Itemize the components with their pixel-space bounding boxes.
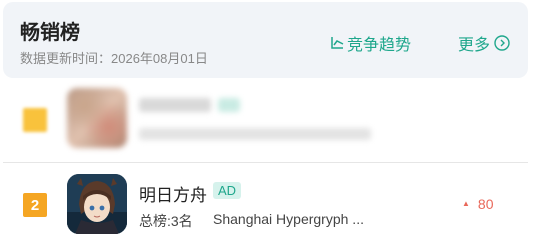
page-title: 畅销榜 [20,22,80,44]
list-item[interactable] [0,84,528,162]
triangle-up-icon: ▲ [462,198,470,208]
app-icon [67,88,127,148]
competition-trend-label: 竞争趋势 [347,37,412,54]
more-button[interactable]: 更多 [458,32,510,54]
rank-badge [23,108,47,132]
overall-rank: 总榜:3名 [139,213,193,229]
rank-change: ▲ 80 [462,196,494,212]
competition-trend-button[interactable]: 竞争趋势 [330,32,411,54]
rank-change-value: 80 [477,196,494,212]
ad-badge: AD [213,182,242,199]
obscured-subtitle [139,128,371,140]
developer-name: Shanghai Hypergryph ... [213,211,364,227]
obscured-tag [218,98,240,112]
chevron-right-circle-icon [494,35,510,51]
obscured-title [139,98,211,112]
list-item[interactable]: 2 明日方舟 AD 总榜:3名 Shanghai Hypergryph ... … [0,164,528,244]
row-divider [3,162,528,163]
header-card: 畅销榜 数据更新时间：2026年08月01日 竞争趋势 更多 [3,2,528,78]
app-icon [67,174,127,234]
app-icon-artwork [67,174,127,234]
trend-chart-icon [331,37,344,49]
more-label: 更多 [458,37,491,54]
rank-badge: 2 [23,193,47,217]
app-name: 明日方舟 [139,186,207,205]
update-time: 数据更新时间：2026年08月01日 [20,51,208,66]
